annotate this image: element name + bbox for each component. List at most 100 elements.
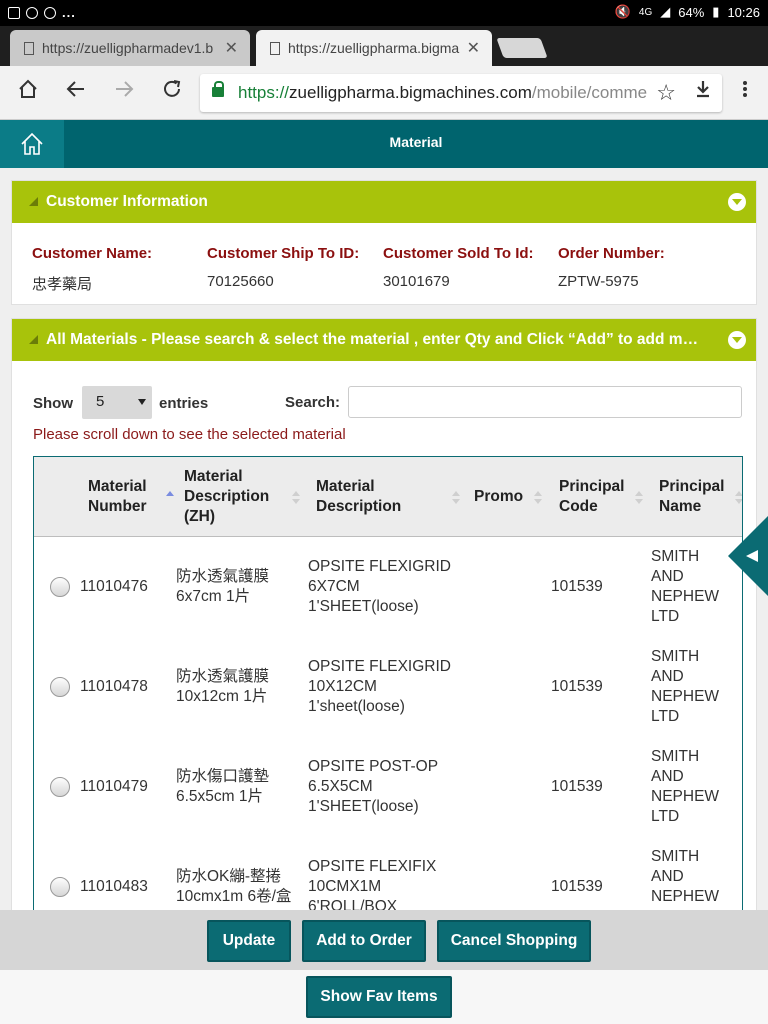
collapse-triangle-icon: [29, 197, 38, 206]
side-drawer-toggle[interactable]: [728, 516, 768, 596]
customer-info-panel: Customer Information Customer Name: 忠孝藥局…: [11, 180, 757, 305]
principal-name: SMITH AND NEPHEW LTD: [651, 848, 720, 910]
forward-icon[interactable]: [109, 78, 139, 108]
promo: [474, 637, 534, 737]
description: OPSITE FLEXIFIX 10CMX1M 6'ROLL/BOX: [308, 858, 437, 910]
material-number: 11010483: [80, 878, 148, 895]
select-radio[interactable]: [50, 677, 70, 697]
entries-value: 5: [96, 393, 105, 410]
tab-title: https://zuelligpharmadev1.b: [42, 40, 214, 56]
field-value: 30101679: [383, 273, 450, 290]
page-title: Material: [389, 134, 443, 150]
principal-code: 101539: [551, 878, 603, 895]
sold-to-id-field: Customer Sold To Id: 30101679: [383, 245, 558, 290]
gallery-icon: [8, 6, 20, 19]
caret-down-icon: [138, 399, 146, 405]
network-label: 4G: [638, 6, 653, 18]
scroll-note: Please scroll down to see the selected m…: [33, 426, 346, 443]
col-description-zh[interactable]: Material Description (ZH): [184, 457, 300, 537]
material-number: 11010479: [80, 778, 148, 795]
promo: [474, 837, 534, 910]
description: OPSITE FLEXIGRID 6X7CM 1'SHEET(loose): [308, 558, 451, 615]
principal-code: 101539: [551, 778, 603, 795]
chevron-down-icon[interactable]: [728, 331, 746, 349]
back-icon[interactable]: [61, 78, 91, 108]
chevron-down-icon[interactable]: [728, 193, 746, 211]
column-label: Material Description (ZH): [184, 468, 270, 525]
table-row[interactable]: 11010479 防水傷口護墊 6.5x5cm 1片 OPSITE POST-O…: [34, 737, 742, 837]
materials-table: Material Number Material Description (ZH…: [33, 456, 743, 910]
browser-tab-2[interactable]: https://zuelligpharma.bigma ✕: [256, 30, 492, 66]
field-label: Customer Name:: [32, 245, 153, 262]
table-row[interactable]: 11010483 防水OK繃-整捲 10cmx1m 6卷/盒 OPSITE FL…: [34, 837, 742, 910]
app-home-button[interactable]: [0, 120, 64, 168]
principal-name: SMITH AND NEPHEW LTD: [651, 648, 720, 725]
customer-info-header[interactable]: Customer Information: [12, 181, 756, 223]
select-radio[interactable]: [50, 777, 70, 797]
principal-code: 101539: [551, 678, 603, 695]
add-to-order-button[interactable]: Add to Order: [302, 920, 426, 962]
field-value: 70125660: [207, 273, 274, 290]
select-radio[interactable]: [50, 577, 70, 597]
principal-code: 101539: [551, 578, 603, 595]
entries-select[interactable]: 5: [82, 386, 152, 419]
download-icon[interactable]: [688, 78, 718, 108]
battery-label: 64%: [678, 4, 705, 20]
col-principal-code[interactable]: Principal Code: [559, 457, 643, 537]
hotspot-icon: [44, 6, 56, 19]
address-bar[interactable]: https://zuelligpharma.bigmachines.com/mo…: [200, 74, 722, 112]
status-bar: ... 🔇 4G ◢ 64% ▮ 10:26: [0, 0, 768, 26]
lock-icon: [212, 81, 224, 97]
description: OPSITE POST-OP 6.5X5CM 1'SHEET(loose): [308, 758, 438, 815]
customer-name-field: Customer Name: 忠孝藥局: [32, 245, 207, 294]
column-label: Promo: [474, 488, 524, 505]
material-number: 11010478: [80, 678, 148, 695]
col-material-number[interactable]: Material Number: [88, 457, 174, 537]
close-tab-icon[interactable]: ✕: [467, 38, 480, 58]
field-label: Order Number:: [558, 245, 665, 262]
tab-title: https://zuelligpharma.bigma: [288, 40, 460, 56]
sync-icon: [26, 6, 38, 19]
close-tab-icon[interactable]: ✕: [225, 38, 238, 58]
description-zh: 防水透氣護膜 10x12cm 1片: [176, 668, 270, 705]
promo: [474, 537, 534, 637]
entries-label: entries: [159, 395, 209, 412]
cancel-shopping-button[interactable]: Cancel Shopping: [437, 920, 591, 962]
table-header: Material Number Material Description (ZH…: [34, 457, 742, 537]
field-value: 忠孝藥局: [32, 276, 93, 293]
principal-name: SMITH AND NEPHEW LTD: [651, 548, 720, 625]
browser-tab-1[interactable]: https://zuelligpharmadev1.b ✕: [10, 30, 250, 66]
show-fav-items-button[interactable]: Show Fav Items: [306, 976, 452, 1018]
principal-name: SMITH AND NEPHEW LTD: [651, 748, 720, 825]
col-principal-name[interactable]: Principal Name: [659, 457, 742, 537]
update-button[interactable]: Update: [207, 920, 291, 962]
page-icon: [24, 41, 34, 55]
column-label: Material Number: [88, 478, 147, 515]
column-label: Material Description: [316, 478, 402, 515]
signal-icon: ◢: [660, 4, 671, 19]
table-row[interactable]: 11010476 防水透氣護膜 6x7cm 1片 OPSITE FLEXIGRI…: [34, 537, 742, 637]
bookmark-star-icon[interactable]: ☆: [656, 80, 676, 106]
browser-tab-strip: https://zuelligpharmadev1.b ✕ https://zu…: [0, 26, 768, 66]
house-icon: [21, 132, 43, 155]
menu-icon[interactable]: [730, 78, 760, 108]
reload-icon[interactable]: [157, 78, 187, 108]
browser-toolbar: https://zuelligpharma.bigmachines.com/mo…: [0, 66, 768, 120]
column-label: Principal Code: [559, 478, 625, 515]
description-zh: 防水傷口護墊 6.5x5cm 1片: [176, 768, 270, 805]
col-promo[interactable]: Promo: [474, 457, 542, 537]
page-icon: [270, 41, 280, 55]
col-description[interactable]: Material Description: [316, 457, 460, 537]
description: OPSITE FLEXIGRID 10X12CM 1'sheet(loose): [308, 658, 451, 715]
search-input[interactable]: [348, 386, 742, 418]
select-radio[interactable]: [50, 877, 70, 897]
field-value: ZPTW-5975: [558, 273, 639, 290]
table-row[interactable]: 11010478 防水透氣護膜 10x12cm 1片 OPSITE FLEXIG…: [34, 637, 742, 737]
panel-title: All Materials - Please search & select t…: [46, 331, 706, 348]
search-label: Search:: [285, 394, 341, 411]
column-label: Principal Name: [659, 478, 725, 515]
home-icon[interactable]: [13, 78, 43, 108]
materials-panel: All Materials - Please search & select t…: [11, 318, 757, 910]
materials-header[interactable]: All Materials - Please search & select t…: [12, 319, 756, 361]
new-tab-button[interactable]: [496, 38, 548, 58]
